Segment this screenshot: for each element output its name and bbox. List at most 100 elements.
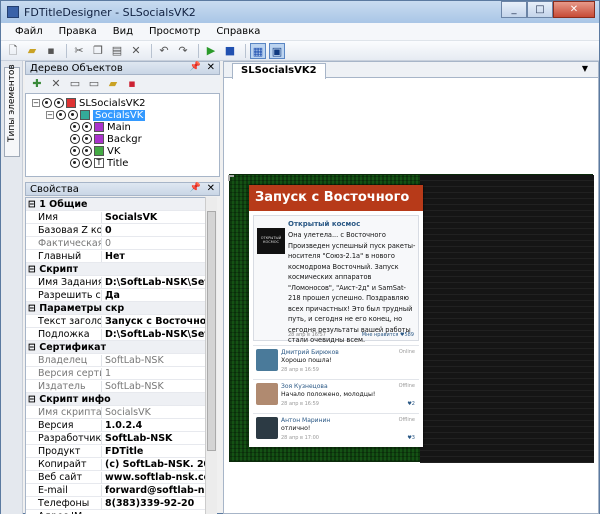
property-row[interactable]: Копирайт (c) SoftLab-NSK. 2015 bbox=[26, 458, 214, 471]
eye-icon[interactable] bbox=[70, 146, 80, 156]
eye-icon[interactable] bbox=[82, 158, 92, 168]
maximize-button[interactable]: □ bbox=[527, 1, 553, 18]
property-value[interactable]: D:\SoftLab-NSK\Settings bbox=[101, 276, 214, 288]
grid-icon[interactable]: ▦ bbox=[250, 42, 266, 59]
property-category[interactable]: ⊟ Сертификат bbox=[26, 341, 214, 354]
eye-icon[interactable] bbox=[70, 122, 80, 132]
property-value[interactable]: www.softlab-nsk.com bbox=[101, 471, 214, 483]
menu-help[interactable]: Справка bbox=[216, 26, 260, 37]
property-row[interactable]: Подложка D:\SoftLab-NSK\Settings bbox=[26, 328, 214, 341]
save-icon[interactable]: ▪ bbox=[43, 43, 59, 59]
close-icon[interactable]: ✕ bbox=[207, 183, 215, 194]
property-row[interactable]: Издатель SoftLab-NSK bbox=[26, 380, 214, 393]
property-category[interactable]: ⊟ 1 Общие bbox=[26, 198, 214, 211]
eye-icon[interactable] bbox=[54, 98, 64, 108]
property-value[interactable]: SocialsVK bbox=[101, 211, 214, 223]
props-scrollbar[interactable] bbox=[205, 197, 217, 514]
property-category[interactable]: ⊟ Скрипт bbox=[26, 263, 214, 276]
tree-node[interactable]: − SocialsVK bbox=[46, 109, 146, 121]
property-value[interactable]: (c) SoftLab-NSK. 2015 bbox=[101, 458, 214, 470]
frame-icon[interactable]: ▣ bbox=[269, 42, 285, 59]
eye-icon[interactable] bbox=[42, 98, 52, 108]
menu-file[interactable]: Файл bbox=[15, 26, 43, 37]
move-up-icon[interactable]: ▭ bbox=[67, 76, 83, 92]
new-file-icon[interactable]: 🗋 bbox=[5, 43, 21, 59]
minimize-button[interactable]: _ bbox=[501, 1, 527, 18]
pin-icon[interactable]: 📌 bbox=[190, 62, 201, 72]
menu-view[interactable]: Вид bbox=[113, 26, 133, 37]
eye-icon[interactable] bbox=[68, 110, 78, 120]
play-icon[interactable]: ▶ bbox=[203, 43, 219, 59]
redo-icon[interactable]: ↷ bbox=[175, 43, 191, 59]
property-row[interactable]: Адрес IM bbox=[26, 510, 214, 514]
tree-node[interactable]: Main bbox=[70, 121, 131, 133]
element-types-tab[interactable]: Типы элементов bbox=[4, 64, 20, 157]
open-folder-icon[interactable]: ▰ bbox=[24, 43, 40, 59]
tab-slsocialsvk2[interactable]: SLSocialsVK2 bbox=[232, 63, 326, 79]
property-value[interactable]: D:\SoftLab-NSK\Settings bbox=[101, 328, 214, 340]
eye-icon[interactable] bbox=[82, 146, 92, 156]
eye-icon[interactable] bbox=[70, 134, 80, 144]
property-row[interactable]: Версия серти 1 bbox=[26, 367, 214, 380]
menu-preview[interactable]: Просмотр bbox=[149, 26, 200, 37]
vk-widget[interactable]: Запуск с Восточного ОТКРЫТЫЙ КОСМОС Откр… bbox=[249, 185, 423, 447]
scroll-thumb[interactable] bbox=[207, 211, 216, 451]
eye-icon[interactable] bbox=[70, 158, 80, 168]
property-value[interactable]: SoftLab-NSK bbox=[101, 432, 214, 444]
property-row[interactable]: Версия 1.0.2.4 bbox=[26, 419, 214, 432]
open-folder-icon[interactable]: ▰ bbox=[105, 76, 121, 92]
stage-resize-handle[interactable] bbox=[228, 175, 234, 181]
property-value[interactable]: 1.0.2.4 bbox=[101, 419, 214, 431]
property-value[interactable]: Да bbox=[101, 289, 214, 301]
stop-icon[interactable]: ■ bbox=[222, 43, 238, 59]
save-icon[interactable]: ▪ bbox=[124, 76, 140, 92]
copy-icon[interactable]: ❐ bbox=[90, 43, 106, 59]
eye-icon[interactable] bbox=[82, 122, 92, 132]
property-row[interactable]: Телефоны 8(383)339-92-20 bbox=[26, 497, 214, 510]
eye-icon[interactable] bbox=[56, 110, 66, 120]
property-value[interactable]: 0 bbox=[101, 224, 214, 236]
paste-icon[interactable]: ▤ bbox=[109, 43, 125, 59]
property-row[interactable]: Владелец SoftLab-NSK bbox=[26, 354, 214, 367]
eye-icon[interactable] bbox=[82, 134, 92, 144]
property-row[interactable]: Имя скрипта SocialsVK bbox=[26, 406, 214, 419]
property-value[interactable]: Нет bbox=[101, 250, 214, 262]
property-row[interactable]: Имя ЗаданияD:\SoftLab-NSK\Settings bbox=[26, 276, 214, 289]
property-row[interactable]: Фактическая Z0 bbox=[26, 237, 214, 250]
property-value[interactable]: 8(383)339-92-20 bbox=[101, 497, 214, 509]
property-value[interactable]: SoftLab-NSK bbox=[101, 380, 214, 392]
tree-node[interactable]: T Title bbox=[70, 157, 128, 169]
collapse-icon[interactable]: − bbox=[32, 99, 40, 107]
property-value[interactable]: FDTitle bbox=[101, 445, 214, 457]
property-row[interactable]: Веб сайт www.softlab-nsk.com bbox=[26, 471, 214, 484]
property-value[interactable]: 0 bbox=[101, 237, 214, 249]
tree-node[interactable]: Backgr bbox=[70, 133, 142, 145]
menu-edit[interactable]: Правка bbox=[59, 26, 97, 37]
close-button[interactable]: ✕ bbox=[553, 1, 595, 18]
close-icon[interactable]: ✕ bbox=[207, 62, 215, 73]
property-row[interactable]: Имя SocialsVK bbox=[26, 211, 214, 224]
property-value[interactable]: SoftLab-NSK bbox=[101, 354, 214, 366]
property-row[interactable]: Базовая Z коор0 bbox=[26, 224, 214, 237]
property-value[interactable]: 1 bbox=[101, 367, 214, 379]
tree-node[interactable]: VK bbox=[70, 145, 120, 157]
pin-icon[interactable]: 📌 bbox=[190, 183, 201, 193]
property-value[interactable]: forward@softlab-nsk.com bbox=[101, 484, 214, 496]
delete-icon[interactable]: ✕ bbox=[128, 43, 144, 59]
property-category[interactable]: ⊟ Скрипт инфо bbox=[26, 393, 214, 406]
property-row[interactable]: E-mail forward@softlab-nsk.com bbox=[26, 484, 214, 497]
chevron-down-icon[interactable]: ▼ bbox=[582, 64, 588, 73]
add-node-icon[interactable]: ✚ bbox=[29, 76, 45, 92]
property-row[interactable]: Разработчик SoftLab-NSK bbox=[26, 432, 214, 445]
undo-icon[interactable]: ↶ bbox=[156, 43, 172, 59]
property-row[interactable]: Продукт FDTitle bbox=[26, 445, 214, 458]
cut-icon[interactable]: ✂ bbox=[71, 43, 87, 59]
collapse-icon[interactable]: − bbox=[46, 111, 54, 119]
preview-stage[interactable]: Запуск с Восточного ОТКРЫТЫЙ КОСМОС Откр… bbox=[229, 174, 594, 463]
property-row[interactable]: Разрешить скрДа bbox=[26, 289, 214, 302]
property-value[interactable]: SocialsVK bbox=[101, 406, 214, 418]
property-row[interactable]: Текст заголо Запуск с Восточного bbox=[26, 315, 214, 328]
property-value[interactable]: Запуск с Восточного bbox=[101, 315, 214, 327]
move-down-icon[interactable]: ▭ bbox=[86, 76, 102, 92]
property-category[interactable]: ⊟ Параметры скр bbox=[26, 302, 214, 315]
